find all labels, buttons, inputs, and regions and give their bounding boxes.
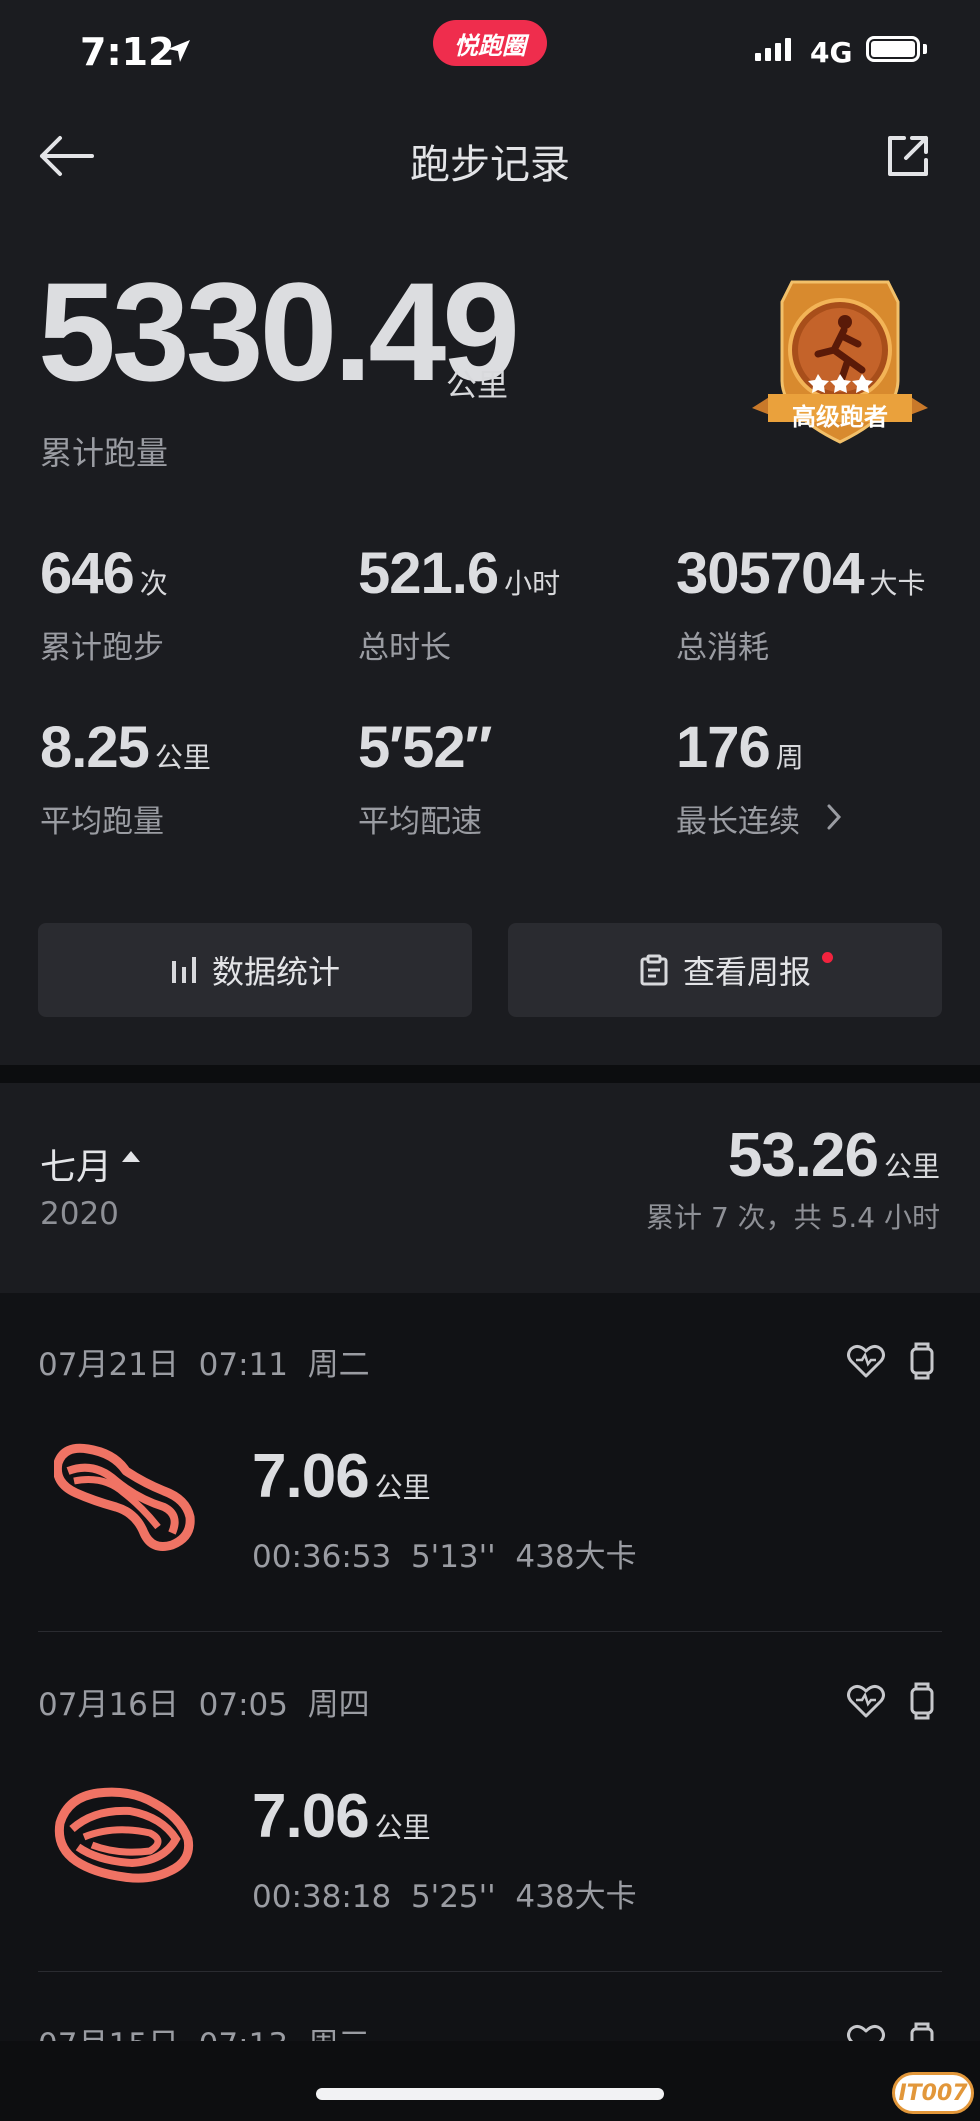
heart-icon[interactable]	[846, 1343, 886, 1379]
run-pace: 5'13''	[410, 1539, 496, 1575]
weekly-report-button[interactable]: 查看周报	[508, 923, 942, 1017]
run-date: 07月16日	[38, 1687, 179, 1723]
stat-avg-pace: 5′52″	[358, 714, 497, 781]
clipboard-icon	[640, 954, 668, 986]
run-list: 07月21日 07:11 周二 7.06 公里 00:36:53 5'13'' 4…	[0, 1293, 980, 2041]
run-date: 07月15日	[38, 2027, 179, 2041]
bar-chart-icon	[171, 957, 196, 983]
month-label: 七月	[40, 1147, 113, 1188]
row-divider	[38, 1971, 942, 1972]
heart-icon[interactable]	[846, 1683, 886, 1719]
run-time: 07:05	[198, 1687, 288, 1723]
signal-icon	[755, 38, 791, 61]
run-calories: 438大卡	[515, 1879, 637, 1915]
month-summary-text: 累计 7 次，共 5.4 小时	[646, 1201, 940, 1234]
stat-unit: 公里	[154, 741, 211, 774]
month-year: 2020	[40, 1196, 119, 1232]
stat-unit: 大卡	[869, 567, 926, 600]
run-weekday: 周三	[308, 2027, 370, 2041]
stat-longest-streak[interactable]: 176 周	[676, 714, 804, 781]
battery-tip	[923, 44, 927, 54]
stat-label: 累计跑步	[40, 630, 164, 666]
stat-value: 5′52″	[358, 715, 492, 780]
run-datetime: 07月16日 07:05 周四	[38, 1679, 370, 1724]
watermark-logo: IT007	[892, 2072, 974, 2114]
run-distance: 7.06 公里	[252, 1781, 431, 1852]
data-stats-label: 数据统计	[211, 953, 340, 991]
watch-icon[interactable]	[908, 1681, 936, 1721]
stat-calories: 305704 大卡	[676, 540, 926, 607]
home-indicator-area	[0, 2041, 980, 2121]
run-time: 07:13	[199, 2027, 288, 2041]
stat-label: 总时长	[358, 630, 451, 666]
heart-icon[interactable]	[846, 2023, 886, 2041]
route-map-thumbnail[interactable]	[54, 1441, 196, 1553]
total-distance-label: 累计跑量	[40, 434, 169, 472]
run-date: 07月21日	[38, 1347, 179, 1383]
caret-up-icon[interactable]	[120, 1148, 142, 1164]
stat-value: 8.25	[40, 715, 150, 780]
run-datetime: 07月15日 07:13 周三	[38, 2019, 370, 2041]
stat-label: 平均配速	[358, 804, 482, 840]
watch-icon[interactable]	[908, 2021, 936, 2041]
app-badge: 悦跑圈	[433, 20, 547, 66]
stat-value: 305704	[676, 541, 865, 606]
run-weekday: 周二	[307, 1347, 370, 1383]
watch-icon[interactable]	[908, 1341, 936, 1381]
location-arrow-icon	[168, 40, 190, 62]
run-distance-unit: 公里	[374, 1811, 431, 1844]
stat-label: 平均跑量	[40, 804, 164, 840]
run-distance: 7.06 公里	[252, 1441, 431, 1512]
run-distance-value: 7.06	[252, 1442, 370, 1511]
run-time: 07:11	[198, 1347, 288, 1383]
row-divider	[38, 1631, 942, 1632]
run-distance-unit: 公里	[374, 1471, 431, 1504]
total-distance-value: 5330.49	[38, 253, 520, 410]
weekly-report-label: 查看周报	[682, 953, 811, 991]
run-pace: 5'25''	[410, 1879, 496, 1915]
stat-duration: 521.6 小时	[358, 540, 560, 607]
stat-unit: 周	[775, 741, 804, 774]
month-distance-unit: 公里	[883, 1150, 940, 1183]
run-details: 00:38:18 5'25'' 438大卡	[252, 1871, 637, 1916]
status-time: 7:12	[80, 30, 175, 74]
route-map-thumbnail[interactable]	[54, 1781, 196, 1893]
unread-dot	[822, 952, 833, 963]
run-details: 00:36:53 5'13'' 438大卡	[252, 1531, 637, 1576]
stat-value: 176	[676, 715, 771, 780]
month-distance: 53.26 公里	[728, 1120, 940, 1191]
chevron-right-icon[interactable]	[824, 802, 844, 832]
battery-icon	[866, 36, 920, 62]
network-type: 4G	[810, 36, 853, 69]
data-stats-button[interactable]: 数据统计	[38, 923, 472, 1017]
stat-unit: 次	[139, 567, 168, 600]
home-indicator[interactable]	[316, 2088, 664, 2100]
run-duration: 00:36:53	[252, 1539, 392, 1575]
run-datetime: 07月21日 07:11 周二	[38, 1339, 370, 1384]
month-distance-value: 53.26	[727, 1121, 879, 1190]
stat-avg-distance: 8.25 公里	[40, 714, 211, 781]
total-distance-unit: 公里	[446, 368, 508, 404]
stat-label: 总消耗	[676, 630, 769, 666]
run-weekday: 周四	[307, 1687, 370, 1723]
stat-runs: 646 次	[40, 540, 168, 607]
stat-label[interactable]: 最长连续	[676, 796, 800, 841]
run-distance-value: 7.06	[252, 1782, 370, 1851]
run-calories: 438大卡	[515, 1539, 637, 1575]
page-title: 跑步记录	[410, 142, 570, 188]
stat-unit: 小时	[504, 567, 561, 600]
share-icon[interactable]	[884, 132, 932, 180]
month-selector[interactable]: 七月	[40, 1138, 112, 1190]
section-divider	[0, 1065, 980, 1083]
stat-value: 521.6	[358, 541, 499, 606]
stat-value: 646	[40, 541, 135, 606]
run-duration: 00:38:18	[252, 1879, 392, 1915]
badge-label: 高级跑者	[792, 403, 888, 431]
